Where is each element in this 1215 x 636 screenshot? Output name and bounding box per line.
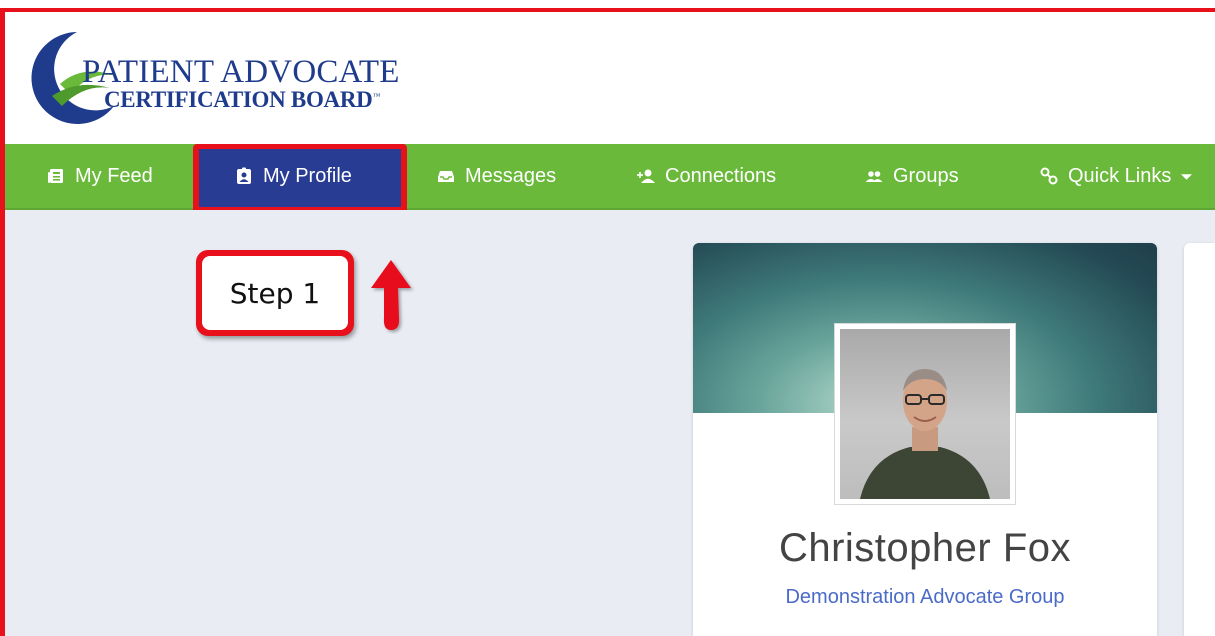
- nav-item-label: My Feed: [75, 164, 153, 187]
- annotation-arrow-icon: [371, 260, 411, 330]
- nav-item-my-feed[interactable]: My Feed: [47, 144, 153, 208]
- nav-item-label: Quick Links: [1068, 164, 1172, 187]
- nav-item-label: My Profile: [263, 164, 352, 187]
- profile-group-link[interactable]: Demonstration Advocate Group: [693, 586, 1157, 609]
- logo-title: PATIENT ADVOCATE: [82, 54, 400, 90]
- site-logo[interactable]: PATIENT ADVOCATE CERTIFICATION BOARD™: [22, 24, 399, 124]
- nav-item-label: Groups: [893, 164, 959, 187]
- secondary-panel: [1184, 243, 1215, 636]
- add-person-icon: [637, 169, 655, 183]
- nav-item-groups[interactable]: Groups: [865, 144, 959, 208]
- id-badge-icon: [237, 167, 251, 184]
- avatar[interactable]: [834, 323, 1016, 505]
- logo-subtitle: CERTIFICATION BOARD™: [104, 87, 380, 113]
- chevron-down-icon: [1181, 173, 1193, 180]
- step-callout-label: Step 1: [202, 256, 348, 330]
- inbox-icon: [438, 171, 454, 182]
- logo-subtitle-text: CERTIFICATION BOARD: [104, 87, 373, 112]
- step-callout: Step 1: [196, 250, 354, 336]
- nav-item-my-profile[interactable]: My Profile: [235, 144, 352, 208]
- person-photo-icon: [860, 369, 990, 499]
- avatar-photo: [840, 329, 1010, 499]
- nav-item-messages[interactable]: Messages: [437, 144, 556, 208]
- newspaper-icon: [48, 169, 63, 183]
- main-navigation: My Feed My Profile Messages Connections …: [5, 144, 1215, 214]
- profile-name: Christopher Fox: [778, 526, 1072, 570]
- logo-trademark: ™: [372, 91, 381, 101]
- profile-card: Christopher Fox Demonstration Advocate G…: [693, 243, 1157, 636]
- nav-item-label: Connections: [665, 164, 777, 187]
- link-icon: [1040, 167, 1058, 185]
- nav-item-label: Messages: [465, 164, 557, 187]
- nav-item-connections[interactable]: Connections: [637, 144, 776, 208]
- nav-item-quick-links[interactable]: Quick Links: [1040, 144, 1193, 208]
- people-icon: [865, 171, 883, 182]
